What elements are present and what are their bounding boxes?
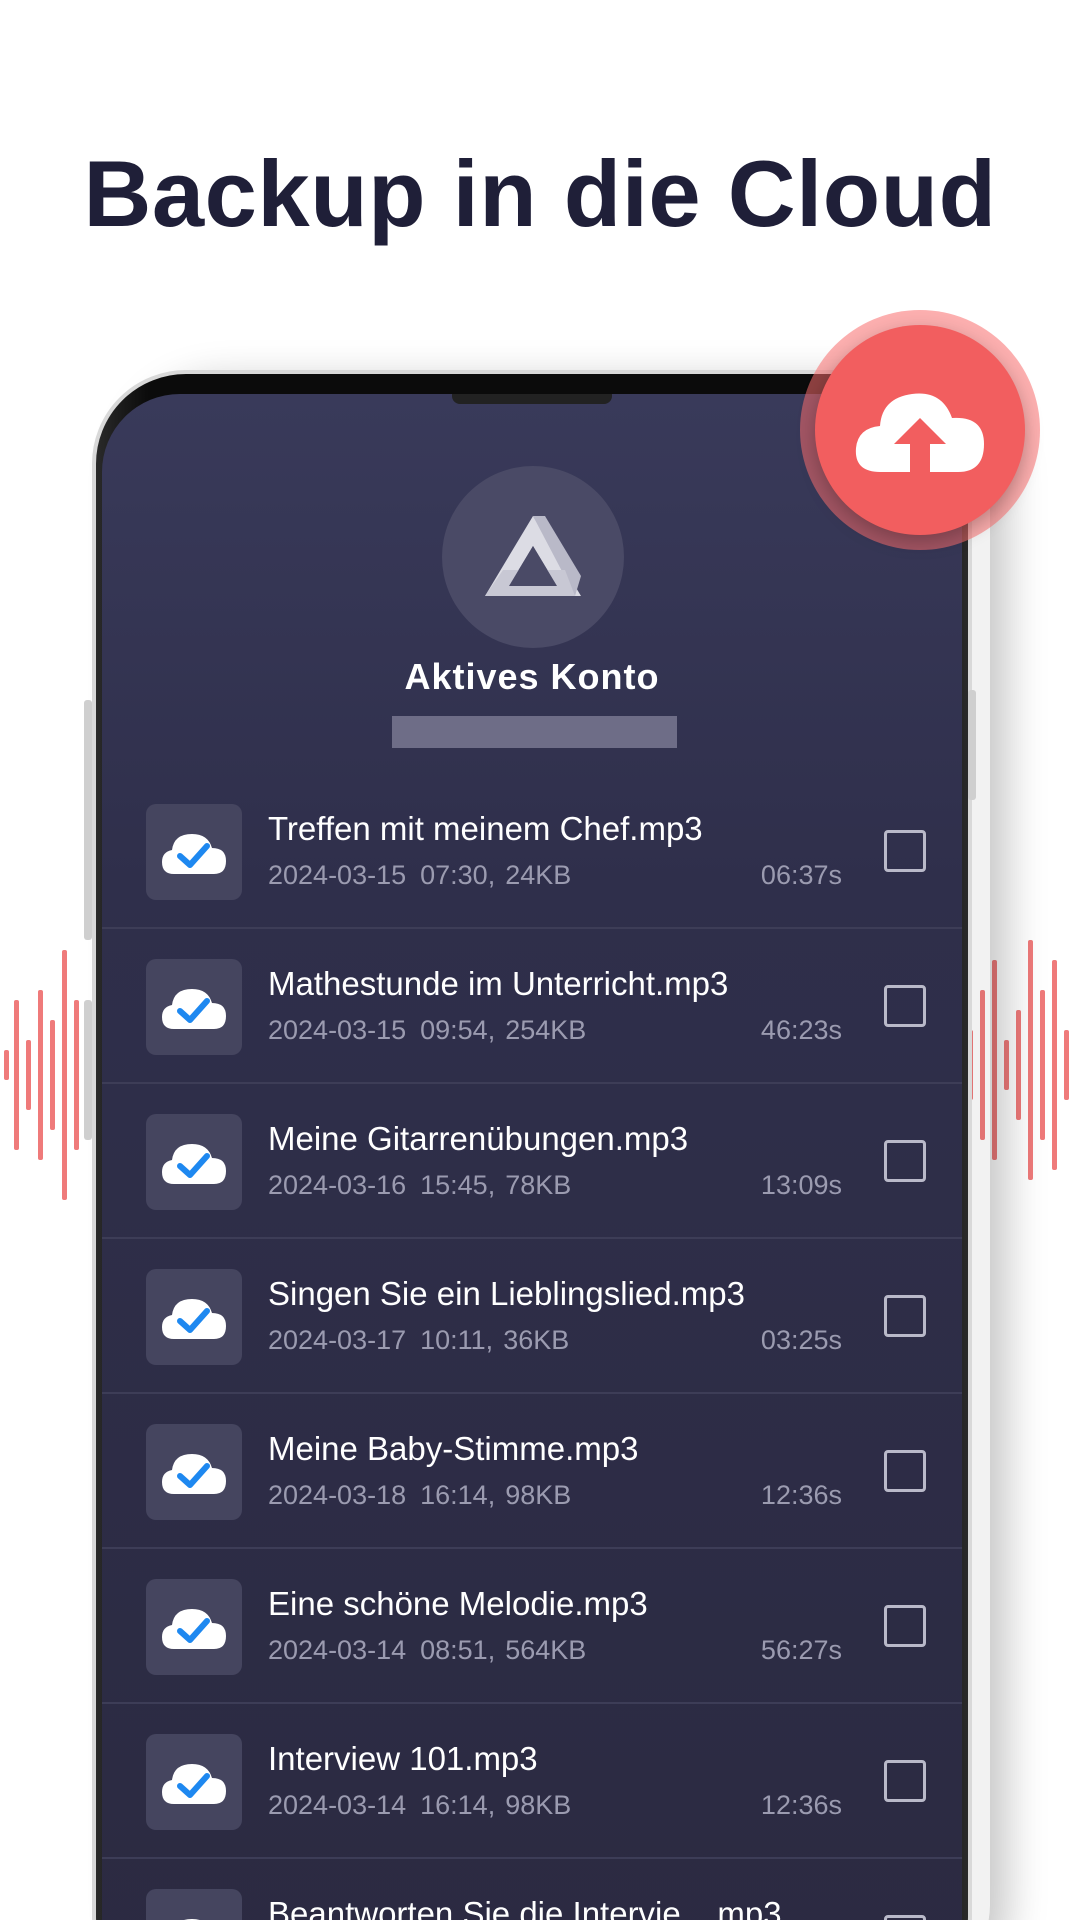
promo-screen: Backup in die Cloud Aktives Konto Treffe… (0, 0, 1080, 1920)
account-label: Aktives Konto (404, 656, 660, 697)
recording-meta: 2024-03-17 10:11, 36KB (268, 1325, 569, 1356)
cloud-upload-icon (855, 393, 984, 476)
google-drive-icon (485, 516, 581, 596)
recording-date: 2024-03-14 (268, 1790, 407, 1820)
recording-name: Treffen mit meinem Chef.mp3 (268, 810, 703, 847)
recording-list: Treffen mit meinem Chef.mp3 2024-03-15 07… (102, 774, 962, 1920)
recording-date: 2024-03-18 (268, 1480, 407, 1510)
recording-name: Meine Baby-Stimme.mp3 (268, 1430, 639, 1467)
recording-row[interactable]: Treffen mit meinem Chef.mp3 2024-03-15 07… (102, 774, 962, 929)
recording-name: Interview 101.mp3 (268, 1740, 538, 1777)
recording-row[interactable]: Mathestunde im Unterricht.mp3 2024-03-15… (102, 929, 962, 1084)
recording-row[interactable]: Singen Sie ein Lieblingslied.mp3 2024-03… (102, 1239, 962, 1394)
cloud-check-icon (146, 1889, 242, 1920)
recording-time: 09:54, (420, 1015, 496, 1045)
recording-date: 2024-03-15 (268, 1015, 407, 1045)
recording-name: Eine schöne Melodie.mp3 (268, 1585, 648, 1622)
recording-checkbox[interactable] (884, 1295, 926, 1337)
cloud-check-icon (146, 1269, 242, 1365)
recording-row[interactable]: Interview 101.mp3 2024-03-14 16:14, 98KB 1… (102, 1704, 962, 1859)
phone-screen: Aktives Konto Treffen mit meinem Chef.mp… (102, 394, 962, 1920)
recording-time: 08:51, (420, 1635, 496, 1665)
recording-row[interactable]: Meine Baby-Stimme.mp3 2024-03-18 16:14, 98… (102, 1394, 962, 1549)
recording-checkbox[interactable] (884, 985, 926, 1027)
recording-row[interactable]: Beantworten Sie die Intervie....mp3 (102, 1859, 962, 1920)
recording-name: Mathestunde im Unterricht.mp3 (268, 965, 729, 1002)
recording-date: 2024-03-17 (268, 1325, 407, 1355)
cloud-check-icon (146, 1114, 242, 1210)
recording-duration: 46:23s (760, 1015, 842, 1045)
recording-time: 10:11, (420, 1325, 494, 1355)
recording-name: Beantworten Sie die Intervie....mp3 (268, 1895, 782, 1920)
recording-size: 78KB (505, 1170, 572, 1200)
recording-meta: 2024-03-14 16:14, 98KB (268, 1790, 571, 1821)
recording-size: 24KB (505, 860, 572, 890)
recording-duration: 12:36s (760, 1790, 842, 1820)
headline: Backup in die Cloud (83, 141, 997, 246)
recording-time: 07:30, (420, 860, 496, 890)
recording-row[interactable]: Meine Gitarrenübungen.mp3 2024-03-16 15:4… (102, 1084, 962, 1239)
recording-time: 16:14, (420, 1790, 496, 1820)
recording-date: 2024-03-15 (268, 860, 407, 890)
recording-meta: 2024-03-15 07:30, 24KB (268, 860, 571, 891)
cloud-check-icon (146, 1424, 242, 1520)
phone-side-button (84, 1000, 92, 1140)
recording-meta: 2024-03-15 09:54, 254KB (268, 1015, 586, 1046)
recording-duration: 06:37s (760, 860, 842, 890)
cloud-check-icon (146, 959, 242, 1055)
recording-size: 36KB (503, 1325, 570, 1355)
recording-duration: 03:25s (760, 1325, 842, 1355)
recording-meta: 2024-03-14 08:51, 564KB (268, 1635, 586, 1666)
recording-row[interactable]: Eine schöne Melodie.mp3 2024-03-14 08:51,… (102, 1549, 962, 1704)
recording-date: 2024-03-14 (268, 1635, 407, 1665)
recording-date: 2024-03-16 (268, 1170, 407, 1200)
upload-badge[interactable] (800, 310, 1040, 550)
account-avatar[interactable] (442, 466, 624, 648)
recording-size: 98KB (505, 1790, 572, 1820)
recording-name: Singen Sie ein Lieblingslied.mp3 (268, 1275, 745, 1312)
recording-checkbox[interactable] (884, 1760, 926, 1802)
recording-checkbox[interactable] (884, 1450, 926, 1492)
recording-checkbox[interactable] (884, 1140, 926, 1182)
phone-side-button (968, 690, 976, 800)
phone-speaker (452, 394, 612, 404)
recording-checkbox[interactable] (884, 1605, 926, 1647)
recording-size: 254KB (505, 1015, 587, 1045)
cloud-check-icon (146, 1734, 242, 1830)
recording-duration: 13:09s (760, 1170, 842, 1200)
recording-meta: 2024-03-16 15:45, 78KB (268, 1170, 571, 1201)
recording-meta: 2024-03-18 16:14, 98KB (268, 1480, 571, 1511)
account-name-placeholder (392, 716, 677, 748)
recording-time: 15:45, (420, 1170, 496, 1200)
recording-size: 98KB (505, 1480, 572, 1510)
recording-duration: 56:27s (760, 1635, 842, 1665)
recording-time: 16:14, (420, 1480, 496, 1510)
cloud-check-icon (146, 1579, 242, 1675)
recording-duration: 12:36s (760, 1480, 842, 1510)
recording-size: 564KB (505, 1635, 587, 1665)
recording-checkbox[interactable] (884, 1915, 926, 1920)
recording-checkbox[interactable] (884, 830, 926, 872)
upload-button[interactable] (815, 325, 1025, 535)
cloud-check-icon (146, 804, 242, 900)
recording-name: Meine Gitarrenübungen.mp3 (268, 1120, 689, 1157)
phone-side-button (84, 700, 92, 940)
